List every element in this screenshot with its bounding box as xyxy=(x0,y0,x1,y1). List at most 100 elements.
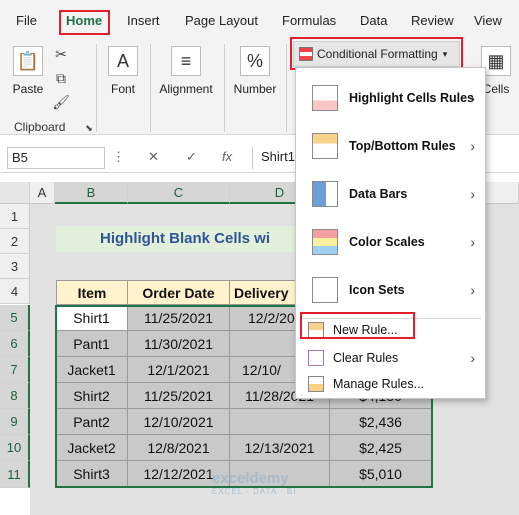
font-label: Font xyxy=(110,82,135,96)
menu-item-manage-rules[interactable]: Manage Rules... xyxy=(296,370,485,398)
menu-item-color-scales[interactable]: Color Scales › xyxy=(296,218,485,266)
clipboard-group-label: Clipboard xyxy=(14,120,66,134)
table-cell-delivery[interactable]: 12/13/2021 xyxy=(230,435,330,461)
font-icon: A xyxy=(108,46,138,76)
menu-item-label: Icon Sets xyxy=(349,283,405,297)
format-painter-icon[interactable]: 🖌 xyxy=(52,94,70,110)
column-header-c[interactable]: C xyxy=(128,182,230,204)
alignment-button[interactable]: ≡ Alignment xyxy=(155,46,217,96)
copy-icon[interactable]: ⧉ xyxy=(52,70,70,86)
cancel-icon[interactable]: ✕ xyxy=(148,149,159,165)
table-cell-order[interactable]: 11/25/2021 xyxy=(128,383,230,409)
table-cell-delivery[interactable] xyxy=(230,409,330,435)
more-options-icon: ⋮ xyxy=(112,149,125,164)
table-cell-amount[interactable]: $2,436 xyxy=(330,409,432,435)
row-header-4[interactable]: 4 xyxy=(0,279,30,304)
menu-item-new-rule[interactable]: New Rule... xyxy=(296,316,485,344)
tab-home[interactable]: Home xyxy=(66,13,102,28)
row-header-11[interactable]: 11 xyxy=(0,461,30,488)
table-cell-item[interactable]: Shirt2 xyxy=(56,383,128,409)
row-header-3[interactable]: 3 xyxy=(0,254,30,279)
divider xyxy=(286,44,287,132)
table-cell-amount[interactable]: $5,010 xyxy=(330,461,432,487)
number-label: Number xyxy=(233,82,277,96)
clear-rules-icon xyxy=(308,350,324,366)
cells-label: Cells xyxy=(482,82,510,96)
table-cell-item[interactable]: Jacket1 xyxy=(56,357,128,383)
table-cell-order[interactable]: 12/10/2021 xyxy=(128,409,230,435)
tab-data[interactable]: Data xyxy=(360,13,387,28)
paste-button[interactable]: 📋 Paste xyxy=(10,46,46,96)
tab-formulas[interactable]: Formulas xyxy=(282,13,336,28)
tab-file[interactable]: File xyxy=(16,13,37,28)
divider xyxy=(96,44,97,132)
menu-item-icon-sets[interactable]: Icon Sets › xyxy=(296,266,485,314)
conditional-formatting-label: Conditional Formatting xyxy=(317,47,438,61)
table-cell-item[interactable]: Jacket2 xyxy=(56,435,128,461)
menu-item-label: Data Bars xyxy=(349,187,408,201)
header-item[interactable]: Item xyxy=(56,280,128,305)
chevron-right-icon: › xyxy=(470,282,475,298)
row-header-6[interactable]: 6 xyxy=(0,331,30,357)
chevron-right-icon: › xyxy=(470,138,475,154)
conditional-formatting-icon xyxy=(299,47,313,61)
select-all-corner[interactable] xyxy=(0,182,30,204)
row-header-1[interactable]: 1 xyxy=(0,204,30,229)
icon-sets-icon xyxy=(312,277,338,303)
row-header-5[interactable]: 5 xyxy=(0,305,30,331)
table-cell-order[interactable]: 11/25/2021 xyxy=(128,305,230,331)
column-header-b[interactable]: B xyxy=(55,182,128,204)
exceldemy-watermark: exceldemy EXCEL · DATA · BI xyxy=(212,470,296,496)
font-button[interactable]: A Font xyxy=(103,46,143,96)
table-cell-item[interactable]: Pant1 xyxy=(56,331,128,357)
menu-item-data-bars[interactable]: Data Bars › xyxy=(296,170,485,218)
table-cell-order[interactable]: 12/1/2021 xyxy=(128,357,230,383)
clipboard-icon: 📋 xyxy=(13,46,43,76)
table-cell-order[interactable]: 11/30/2021 xyxy=(128,331,230,357)
enter-icon[interactable]: ✓ xyxy=(186,149,197,165)
cut-icon[interactable]: ✂ xyxy=(52,46,70,62)
menu-item-label: Manage Rules... xyxy=(333,377,425,391)
chevron-right-icon: › xyxy=(470,90,475,106)
sheet-title[interactable]: Highlight Blank Cells wi xyxy=(56,226,296,252)
tab-insert[interactable]: Insert xyxy=(127,13,160,28)
ribbon-tab-bar: File Home Insert Page Layout Formulas Da… xyxy=(0,0,519,40)
tab-review[interactable]: Review xyxy=(411,13,454,28)
conditional-formatting-button[interactable]: Conditional Formatting ▾ xyxy=(293,41,460,67)
watermark-tagline: EXCEL · DATA · BI xyxy=(212,487,297,496)
table-cell-item[interactable]: Shirt3 xyxy=(56,461,128,487)
number-button[interactable]: % Number xyxy=(230,46,280,96)
row-header-8[interactable]: 8 xyxy=(0,383,30,409)
tab-view[interactable]: View xyxy=(474,13,502,28)
alignment-icon: ≡ xyxy=(171,46,201,76)
chevron-right-icon: › xyxy=(470,186,475,202)
table-cell-amount[interactable]: $2,425 xyxy=(330,435,432,461)
divider xyxy=(224,44,225,132)
table-cell-order[interactable]: 12/8/2021 xyxy=(128,435,230,461)
manage-rules-icon xyxy=(308,376,324,392)
table-cell-item[interactable]: Shirt1 xyxy=(56,305,128,331)
divider xyxy=(150,44,151,132)
alignment-label: Alignment xyxy=(159,82,213,96)
tab-page-layout[interactable]: Page Layout xyxy=(185,13,258,28)
column-header-a[interactable]: A xyxy=(30,182,55,204)
menu-item-label: Top/Bottom Rules xyxy=(349,139,456,153)
row-header-9[interactable]: 9 xyxy=(0,409,30,435)
header-order-date[interactable]: Order Date xyxy=(128,280,230,305)
menu-item-label: New Rule... xyxy=(333,323,398,337)
row-header-2[interactable]: 2 xyxy=(0,229,30,254)
chevron-right-icon: › xyxy=(470,234,475,250)
percent-icon: % xyxy=(240,46,270,76)
row-header-7[interactable]: 7 xyxy=(0,357,30,383)
chevron-right-icon: › xyxy=(470,350,475,366)
insert-function-icon[interactable]: fx xyxy=(222,149,232,164)
menu-item-highlight-cells-rules[interactable]: Highlight Cells Rules › xyxy=(296,74,485,122)
menu-item-label: Highlight Cells Rules xyxy=(349,91,475,105)
table-cell-item[interactable]: Pant2 xyxy=(56,409,128,435)
menu-item-clear-rules[interactable]: Clear Rules › xyxy=(296,344,485,372)
name-box[interactable]: B5 xyxy=(7,147,105,169)
row-header-10[interactable]: 10 xyxy=(0,435,30,461)
paste-label: Paste xyxy=(12,82,44,96)
menu-item-top-bottom-rules[interactable]: Top/Bottom Rules › xyxy=(296,122,485,170)
top-bottom-icon xyxy=(312,133,338,159)
